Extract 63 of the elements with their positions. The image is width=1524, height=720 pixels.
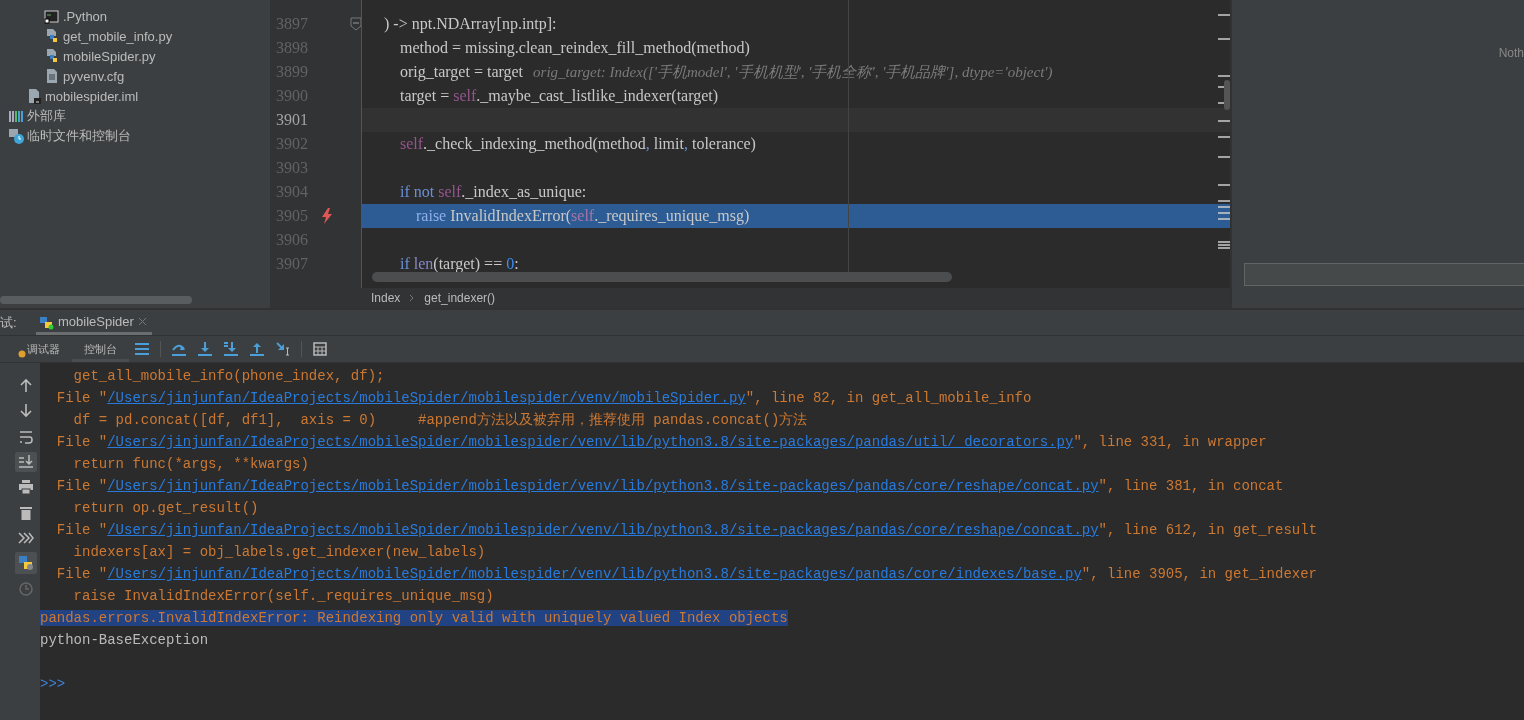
console-line: >>>	[40, 676, 66, 692]
console-line: File "/Users/jinjunfan/IdeaProjects/mobileSpider/mobilespider/venv/lib/python3.8/site-packages/pandas/core/reshape/concat.py", line 381, in concat	[55, 478, 1284, 494]
console-line: File "/Users/jinjunfan/IdeaProjects/mobileSpider/mobilespider/venv/lib/python3.8/site-packages/pandas/core/indexes/base.py", line 3905, in get_indexer	[55, 566, 1318, 582]
python-console-icon[interactable]	[15, 552, 37, 574]
breadcrumb-item[interactable]: Index	[371, 291, 401, 305]
panel-label: 试:	[0, 314, 18, 332]
code-line: if not self._index_as_unique:	[399, 183, 587, 201]
chevron-icon	[409, 294, 416, 302]
console-line: python-BaseException	[40, 632, 209, 648]
fold-icon[interactable]	[350, 17, 362, 31]
step-into-my-code-icon[interactable]	[224, 342, 238, 356]
code-line: method = missing.clean_reindex_fill_method(method)	[399, 39, 750, 57]
console-line: indexers[ax] = obj_labels.get_indexer(new_labels)	[72, 544, 486, 560]
step-out-icon[interactable]	[250, 342, 264, 356]
code-line: target = self._maybe_cast_listlike_indexer(target)	[399, 87, 719, 105]
run-tab[interactable]: mobileSpider	[36, 311, 152, 335]
text-file-icon	[44, 68, 60, 84]
lightning-icon	[321, 208, 333, 224]
panel-tab[interactable]: 调试器	[24, 336, 72, 362]
tree-item[interactable]: pyvenv.cfg	[63, 68, 125, 84]
console-line: File "/Users/jinjunfan/IdeaProjects/mobileSpider/mobilespider/venv/mobileSpider.py", line 82, in get_all_mobile_info	[55, 390, 1032, 406]
console-line: raise InvalidIndexError(self._requires_unique_msg)	[72, 588, 494, 604]
horizontal-scrollbar[interactable]	[0, 296, 192, 304]
breadcrumb-item[interactable]: get_indexer()	[424, 291, 496, 305]
menu-icon[interactable]	[135, 343, 149, 355]
line-number: 3901	[275, 111, 309, 129]
console-line: df = pd.concat([df, df1], axis = 0) #append方法以及被弃用，推荐使用 pandas.concat()方法	[72, 411, 808, 429]
console-line: return func(*args, **kwargs)	[72, 456, 309, 472]
tree-item[interactable]: 外部库	[27, 107, 66, 125]
scratch-files-icon	[8, 128, 24, 144]
code-line: if len(target) == 0:	[399, 255, 519, 273]
input-field[interactable]	[1244, 263, 1524, 286]
console-line: File "/Users/jinjunfan/IdeaProjects/mobileSpider/mobilespider/venv/lib/python3.8/site-packages/pandas/core/reshape/concat.py", line 612, in get_result	[55, 522, 1318, 538]
empty-panel-text: Noth	[1498, 46, 1524, 60]
soft-wrap-icon[interactable]	[19, 430, 33, 444]
step-over-icon[interactable]	[172, 342, 186, 356]
trash-icon[interactable]	[19, 506, 33, 520]
tree-item[interactable]: mobilespider.iml	[45, 88, 139, 104]
tree-item[interactable]: .Python	[63, 8, 108, 24]
library-icon	[8, 108, 24, 124]
console-line: return op.get_result()	[72, 500, 259, 516]
print-icon[interactable]	[19, 480, 33, 494]
code-line: ) -> npt.NDArray[np.intp]:	[384, 15, 557, 33]
scroll-to-end-icon[interactable]	[15, 452, 37, 472]
tree-item[interactable]: mobileSpider.py	[63, 48, 156, 64]
close-icon[interactable]	[137, 317, 147, 326]
console-line: get_all_mobile_info(phone_index, df);	[72, 368, 385, 384]
down-arrow-icon[interactable]	[19, 404, 33, 418]
tree-item[interactable]: get_mobile_info.py	[63, 28, 173, 44]
step-into-icon[interactable]	[198, 342, 212, 356]
console-line: File "/Users/jinjunfan/IdeaProjects/mobileSpider/mobilespider/venv/lib/python3.8/site-packages/pandas/util/_decorators.py", line 331, in wrapper	[55, 434, 1267, 450]
code-line: raise InvalidIndexError(self._requires_unique_msg)	[415, 207, 750, 225]
python-file-icon	[44, 28, 60, 44]
up-arrow-icon[interactable]	[19, 378, 33, 392]
tree-item[interactable]: 临时文件和控制台	[27, 127, 131, 145]
module-file-icon	[26, 88, 42, 104]
run-to-cursor-icon[interactable]	[276, 342, 290, 356]
code-line: self._check_indexing_method(method, limit, tolerance)	[399, 135, 756, 153]
table-icon[interactable]	[313, 342, 327, 356]
terminal-file-icon	[44, 8, 60, 24]
show-commands-icon[interactable]	[18, 532, 34, 544]
horizontal-scrollbar[interactable]	[372, 272, 952, 282]
python-file-icon	[44, 48, 60, 64]
